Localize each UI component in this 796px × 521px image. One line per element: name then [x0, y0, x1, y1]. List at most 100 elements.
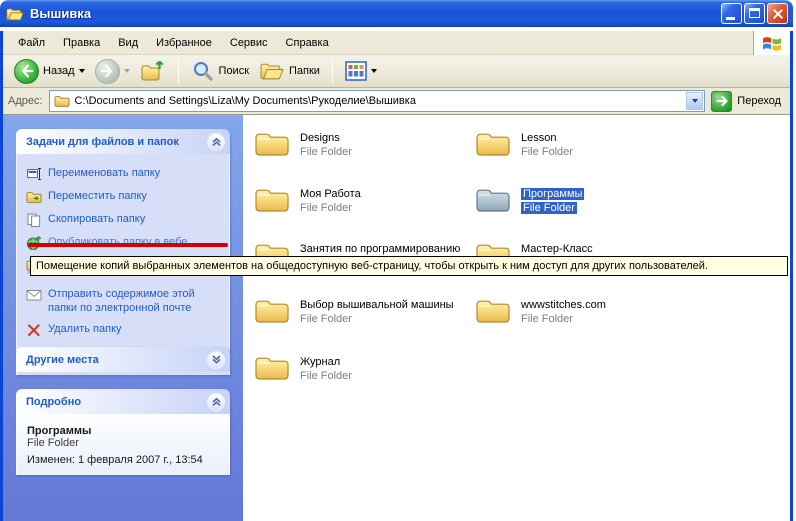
menu-file[interactable]: Файл [9, 33, 54, 53]
task-label: Скопировать папку [48, 212, 206, 226]
file-name: Моя Работа [300, 187, 361, 201]
toolbar-separator-2 [332, 58, 333, 84]
file-name: Журнал [300, 355, 352, 369]
address-value[interactable]: C:\Documents and Settings\Liza\My Docume… [75, 95, 416, 107]
windows-logo [753, 31, 790, 55]
up-button[interactable] [137, 57, 169, 85]
title-bar[interactable]: Вышивка [0, 0, 793, 27]
folder-icon [254, 295, 290, 325]
menu-favorites[interactable]: Избранное [147, 33, 221, 53]
address-combo[interactable]: C:\Documents and Settings\Liza\My Docume… [49, 90, 706, 112]
folders-button[interactable]: Папки [256, 58, 323, 84]
search-button[interactable]: Поиск [188, 58, 252, 84]
tooltip: Помещение копий выбранных элементов на о… [30, 256, 788, 276]
menu-bar: Файл Правка Вид Избранное Сервис Справка [3, 31, 790, 55]
folder-icon [475, 128, 511, 158]
maximize-button[interactable] [744, 3, 765, 24]
file-tile[interactable]: ЖурналFile Folder [254, 352, 352, 383]
other-places-header[interactable]: Другие места [16, 347, 230, 372]
other-places-box: Другие места [16, 347, 230, 375]
file-name: Lesson [521, 131, 573, 145]
task-pane: Задачи для файлов и папок Переименовать … [3, 115, 243, 521]
file-tile[interactable]: LessonFile Folder [475, 128, 573, 159]
forward-dropdown-caret [124, 69, 130, 73]
task-label: Переместить папку [48, 189, 206, 203]
views-icon [345, 61, 367, 81]
back-label: Назад [43, 65, 75, 77]
details-item-name: Программы [27, 425, 219, 437]
file-tile[interactable]: Выбор вышивальной машиныFile Folder [254, 295, 454, 326]
file-name: Выбор вышивальной машины [300, 298, 454, 312]
folders-icon [259, 59, 285, 83]
close-button[interactable] [767, 3, 788, 24]
address-label: Адрес: [8, 95, 43, 107]
file-type: File Folder [300, 145, 352, 159]
search-icon [191, 59, 215, 83]
chevron-up-icon [211, 136, 222, 147]
address-dropdown-button[interactable] [686, 92, 703, 110]
task-rename-folder[interactable]: Переименовать папку [26, 166, 225, 182]
collapse-button[interactable] [207, 393, 225, 411]
details-header[interactable]: Подробно [16, 389, 230, 414]
task-label: Удалить папку [48, 322, 206, 336]
file-name: Программы [521, 187, 584, 201]
search-label: Поиск [219, 65, 249, 77]
file-tile[interactable]: wwwstitches.comFile Folder [475, 295, 606, 326]
menu-edit[interactable]: Правка [54, 33, 109, 53]
file-type: File Folder [300, 312, 454, 326]
file-name: wwwstitches.com [521, 298, 606, 312]
window-border-right [790, 31, 793, 521]
back-icon [14, 59, 39, 84]
forward-button[interactable] [92, 58, 133, 85]
details-title: Подробно [26, 396, 207, 408]
views-dropdown-caret[interactable] [371, 69, 377, 73]
email-icon [26, 287, 42, 303]
window-folder-icon [5, 5, 25, 23]
file-tile[interactable]: DesignsFile Folder [254, 128, 352, 159]
details-item-modified: Изменен: 1 февраля 2007 г., 13:54 [27, 454, 219, 466]
window-title: Вышивка [30, 6, 91, 21]
collapse-button[interactable] [207, 133, 225, 151]
delete-icon [26, 322, 42, 338]
go-label: Переход [737, 95, 781, 107]
folder-icon [254, 352, 290, 382]
explorer-window: Вышивка Файл Правка Вид Избранное Сервис… [0, 0, 796, 521]
address-bar: Адрес: C:\Documents and Settings\Liza\My… [3, 88, 790, 115]
task-email-folder[interactable]: Отправить содержимое этой папки по элект… [26, 287, 225, 315]
chevron-up-icon [211, 396, 222, 407]
copy-folder-icon [26, 212, 42, 228]
file-type: File Folder [300, 369, 352, 383]
tasks-box: Задачи для файлов и папок Переименовать … [16, 129, 230, 351]
file-tile[interactable]: Моя РаботаFile Folder [254, 184, 361, 215]
go-arrow-icon [711, 91, 732, 112]
tasks-header[interactable]: Задачи для файлов и папок [16, 129, 230, 154]
views-button[interactable] [342, 60, 380, 82]
rename-icon [26, 166, 42, 182]
back-dropdown-caret[interactable] [79, 69, 85, 73]
menu-help[interactable]: Справка [277, 33, 338, 53]
file-name: Мастер-Класс [521, 242, 593, 256]
file-type: File Folder [521, 201, 584, 215]
toolbar: Назад Поиск [3, 55, 790, 88]
folder-icon [254, 128, 290, 158]
folder-icon [475, 184, 511, 214]
expand-button[interactable] [207, 351, 225, 369]
file-type: File Folder [521, 145, 573, 159]
task-copy-folder[interactable]: Скопировать папку [26, 212, 225, 228]
menu-tools[interactable]: Сервис [221, 33, 277, 53]
tasks-title: Задачи для файлов и папок [26, 136, 207, 148]
task-delete-folder[interactable]: Удалить папку [26, 322, 225, 338]
file-name: Занятия по программированию [300, 242, 460, 256]
back-button[interactable]: Назад [11, 58, 88, 85]
folder-icon [254, 184, 290, 214]
details-item-type: File Folder [27, 437, 219, 449]
details-box: Подробно Программы File Folder Изменен: … [16, 389, 230, 475]
task-move-folder[interactable]: Переместить папку [26, 189, 225, 205]
menu-view[interactable]: Вид [109, 33, 147, 53]
minimize-button[interactable] [721, 3, 742, 24]
windows-flag-icon [762, 35, 782, 52]
other-places-title: Другие места [26, 354, 207, 366]
file-tile-selected[interactable]: ПрограммыFile Folder [475, 184, 584, 215]
task-label: Отправить содержимое этой папки по элект… [48, 287, 206, 315]
go-button[interactable]: Переход [711, 91, 785, 112]
